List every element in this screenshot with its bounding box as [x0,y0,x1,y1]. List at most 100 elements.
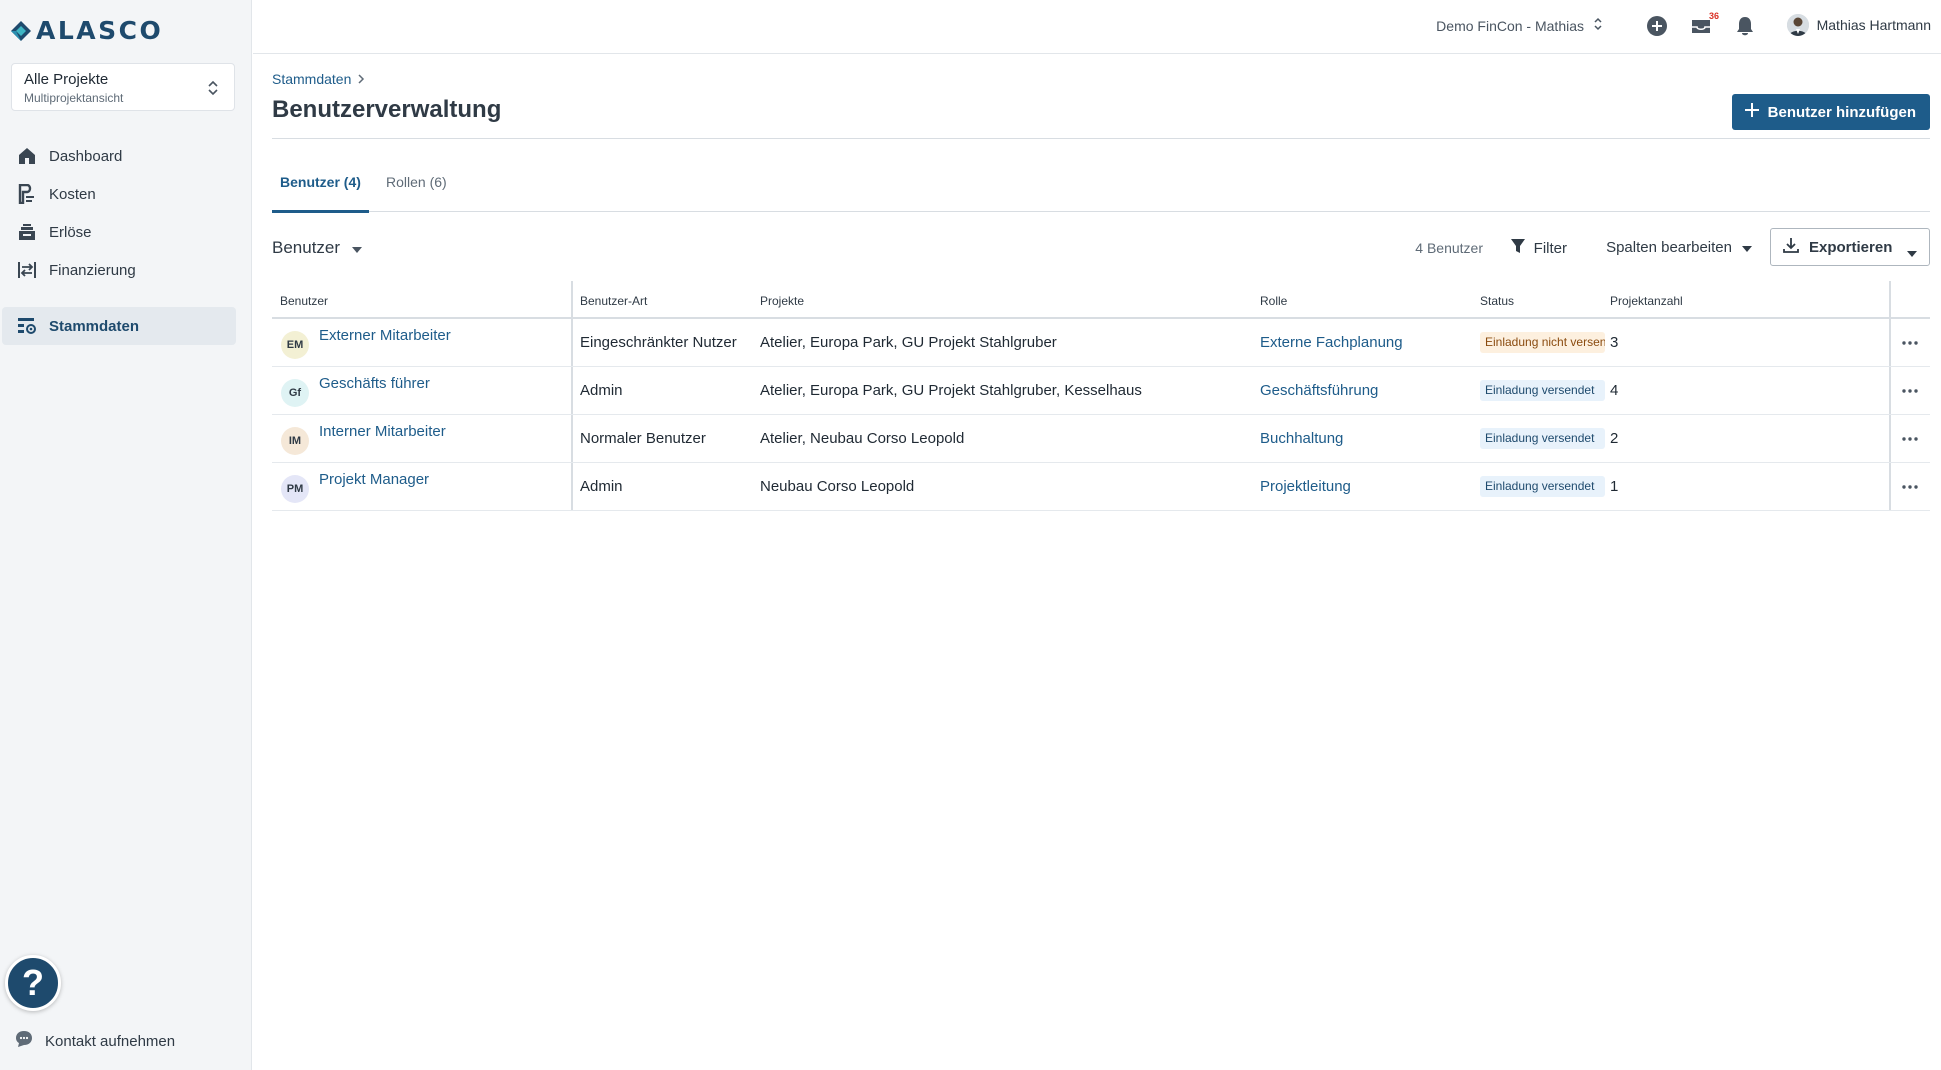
table-row[interactable]: EM Externer Mitarbeiter Eingeschränkter … [272,319,1930,367]
help-button[interactable]: ? [5,955,61,1011]
page-title: Benutzerverwaltung [272,96,502,123]
column-header-status[interactable]: Status [1480,294,1514,308]
user-type-cell: Normaler Benutzer [580,430,706,447]
breadcrumb[interactable]: Stammdaten [272,71,365,87]
user-name-link[interactable]: Geschäfts führer [319,375,430,392]
role-link[interactable]: Externe Fachplanung [1260,334,1403,351]
table-row[interactable]: PM Projekt Manager Admin Neubau Corso Le… [272,463,1930,511]
project-count-cell: 1 [1610,478,1619,495]
filter-button[interactable]: Filter [1510,238,1567,258]
column-divider [571,463,573,510]
sidebar-nav: Dashboard Kosten Erlöse Finanzierung Sta… [0,137,252,345]
projects-cell: Neubau Corso Leopold [760,478,915,495]
avatar [1786,14,1809,36]
organization-name: Demo FinCon - Mathias [1436,17,1584,34]
divider [272,138,1930,139]
avatar-initials: PM [281,475,309,503]
up-down-chevron-icon [208,80,218,96]
table-toolbar: Benutzer 4 Benutzer Filter Spalten bearb… [272,228,1930,268]
sidebar-item-erloese[interactable]: Erlöse [2,213,236,251]
edit-columns-label: Spalten bearbeiten [1606,239,1732,256]
logo[interactable]: ALASCO [10,16,163,45]
more-actions-icon[interactable] [1898,475,1922,499]
role-link[interactable]: Projektleitung [1260,478,1351,495]
inbox-icon[interactable]: 36 [1690,11,1719,37]
column-header-benutzer-art[interactable]: Benutzer-Art [580,294,647,308]
column-divider [1889,463,1891,510]
column-header-projekte[interactable]: Projekte [760,294,804,308]
contact-link[interactable]: Kontakt aufnehmen [15,1030,175,1052]
sidebar-item-label: Erlöse [49,223,92,241]
topbar: Demo FinCon - Mathias 36 Mathias Hartman… [253,0,1941,54]
role-link[interactable]: Geschäftsführung [1260,382,1378,399]
filter-label: Filter [1533,239,1567,257]
status-badge: Einladung nicht versendet [1480,332,1605,353]
column-divider [1889,319,1891,366]
view-selector-label: Benutzer [272,238,341,257]
project-count-cell: 4 [1610,382,1619,399]
column-header-rolle[interactable]: Rolle [1260,294,1287,308]
sidebar-item-finanzierung[interactable]: Finanzierung [2,251,236,289]
more-actions-icon[interactable] [1898,331,1922,355]
column-header-benutzer[interactable]: Benutzer [280,294,328,308]
tab-rollen[interactable]: Rollen (6) [378,174,455,212]
sidebar-item-label: Stammdaten [49,317,140,335]
user-name-link[interactable]: Externer Mitarbeiter [319,327,451,344]
caret-down-icon [1742,239,1752,256]
breadcrumb-link[interactable]: Stammdaten [272,71,351,87]
add-user-label: Benutzer hinzufügen [1767,103,1916,121]
user-type-cell: Admin [580,382,623,399]
projects-cell: Atelier, Europa Park, GU Projekt Stahlgr… [760,334,1057,351]
column-divider [571,281,573,317]
sidebar-item-dashboard[interactable]: Dashboard [2,137,236,175]
column-divider [1889,367,1891,414]
column-divider [1889,415,1891,462]
avatar-initials: Gf [281,379,309,407]
user-count: 4 Benutzer [1415,240,1483,256]
user-type-cell: Admin [580,478,623,495]
edit-columns-button[interactable]: Spalten bearbeiten [1606,239,1752,256]
role-link[interactable]: Buchhaltung [1260,430,1343,447]
user-type-cell: Eingeschränkter Nutzer [580,334,737,351]
column-divider [571,367,573,414]
sidebar-item-kosten[interactable]: Kosten [2,175,236,213]
more-actions-icon[interactable] [1898,379,1922,403]
project-selector-title: Alle Projekte [24,71,109,88]
status-badge: Einladung versendet [1480,380,1605,401]
table-row[interactable]: Gf Geschäfts führer Admin Atelier, Europ… [272,367,1930,415]
sidebar: ALASCO Alle Projekte Multiprojektansicht… [0,0,252,1070]
up-down-chevron-icon [1594,17,1602,34]
chat-bubble-icon [15,1030,33,1052]
more-actions-icon[interactable] [1898,427,1922,451]
view-selector[interactable]: Benutzer [272,238,363,258]
projects-cell: Atelier, Neubau Corso Leopold [760,430,965,447]
alasco-logo-icon [10,20,32,42]
column-divider [1889,281,1891,317]
caret-down-icon [1907,244,1917,261]
bell-icon[interactable] [1734,15,1756,37]
sidebar-item-label: Finanzierung [49,261,136,279]
logo-text: ALASCO [36,16,164,45]
export-label: Exportieren [1809,238,1893,256]
user-menu[interactable]: Mathias Hartmann [1786,14,1931,36]
caret-down-icon [352,238,363,258]
organization-switcher[interactable]: Demo FinCon - Mathias [1436,17,1602,34]
status-badge: Einladung versendet [1480,428,1605,449]
tab-bar: Benutzer (4) Rollen (6) [272,174,1930,213]
sidebar-item-stammdaten[interactable]: Stammdaten [2,307,236,345]
projects-cell: Atelier, Europa Park, GU Projekt Stahlgr… [760,382,1142,399]
tab-benutzer[interactable]: Benutzer (4) [272,174,369,213]
project-selector[interactable]: Alle Projekte Multiprojektansicht [11,63,235,111]
user-name-link[interactable]: Interner Mitarbeiter [319,423,446,440]
user-name-link[interactable]: Projekt Manager [319,471,429,488]
table-header: Benutzer Benutzer-Art Projekte Rolle Sta… [272,281,1930,319]
export-button[interactable]: Exportieren [1770,228,1930,266]
add-circle-icon[interactable] [1646,15,1668,37]
column-header-projektanzahl[interactable]: Projektanzahl [1610,294,1683,308]
inbox-badge: 36 [1708,11,1719,21]
revenue-icon [17,222,37,242]
table-row[interactable]: IM Interner Mitarbeiter Normaler Benutze… [272,415,1930,463]
chevron-right-icon [357,72,365,87]
status-badge: Einladung versendet [1480,476,1605,497]
add-user-button[interactable]: Benutzer hinzufügen [1731,94,1930,130]
